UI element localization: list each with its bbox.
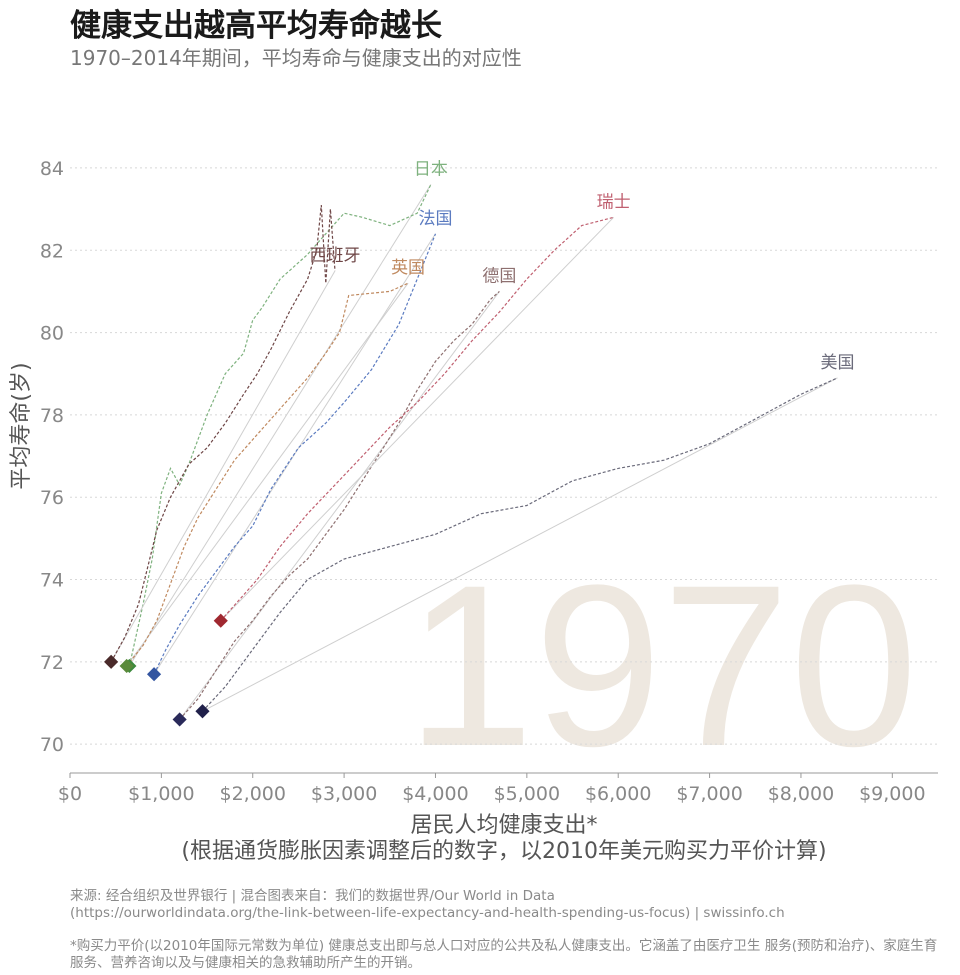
chart-canvas: 1970 70 72 74 76 78 80 82 84 $0 $1,000 $2,000 $3,00…	[9, 158, 938, 864]
series-connector	[128, 184, 432, 667]
x-axis-title: 居民人均健康支出*	[410, 813, 597, 838]
series-label: 英国	[391, 258, 425, 278]
y-tick-label: 80	[40, 323, 64, 345]
x-axis-subtitle: (根据通货膨胀因素调整后的数字，以2010年美元购买力平价计算)	[181, 839, 826, 864]
year-watermark: 1970	[406, 537, 918, 794]
y-tick-label: 78	[40, 405, 64, 427]
x-tick-label: $5,000	[494, 783, 560, 805]
series-label: 德国	[482, 266, 516, 286]
x-tick-label: $2,000	[219, 783, 285, 805]
x-tick-label: $1,000	[128, 783, 194, 805]
series-label: 西班牙	[309, 246, 360, 266]
source-line-2: (https://ourworldindata.org/the-link-bet…	[70, 905, 785, 921]
x-tick-label: $4,000	[402, 783, 468, 805]
series-label: 瑞士	[597, 192, 631, 212]
x-tick-label: $9,000	[859, 783, 925, 805]
y-axis-title: 平均寿命(岁)	[9, 362, 34, 489]
y-tick-label: 70	[40, 734, 64, 756]
series-start-marker	[119, 658, 134, 674]
series-label: 美国	[820, 353, 854, 373]
y-tick-label: 84	[40, 158, 64, 180]
source-text: 来源: 经合组织及世界银行 | 混合图表来自：我们的数据世界/Our World…	[70, 888, 940, 922]
series-start-marker	[104, 654, 119, 669]
x-tick-label: $6,000	[585, 783, 651, 805]
x-tick-label: $7,000	[676, 783, 742, 805]
series-connector	[110, 270, 336, 663]
series-start-marker	[146, 667, 162, 682]
x-tick-label: $8,000	[768, 783, 834, 805]
y-tick-label: 76	[40, 487, 64, 509]
y-tick-label: 74	[40, 570, 64, 592]
series-line	[110, 204, 336, 663]
y-tick-label: 72	[40, 652, 64, 674]
footnote: *购买力平价(以2010年国际元常数为单位) 健康总支出即与总人口对应的公共及私…	[70, 938, 938, 971]
source-line-1: 来源: 经合组织及世界银行 | 混合图表来自：我们的数据世界/Our World…	[70, 888, 555, 904]
x-tick-label: $0	[58, 783, 82, 805]
series-label: 法国	[418, 209, 452, 229]
series-label: 日本	[414, 159, 448, 179]
x-tick-label: $3,000	[311, 783, 377, 805]
y-tick-label: 82	[40, 240, 64, 262]
